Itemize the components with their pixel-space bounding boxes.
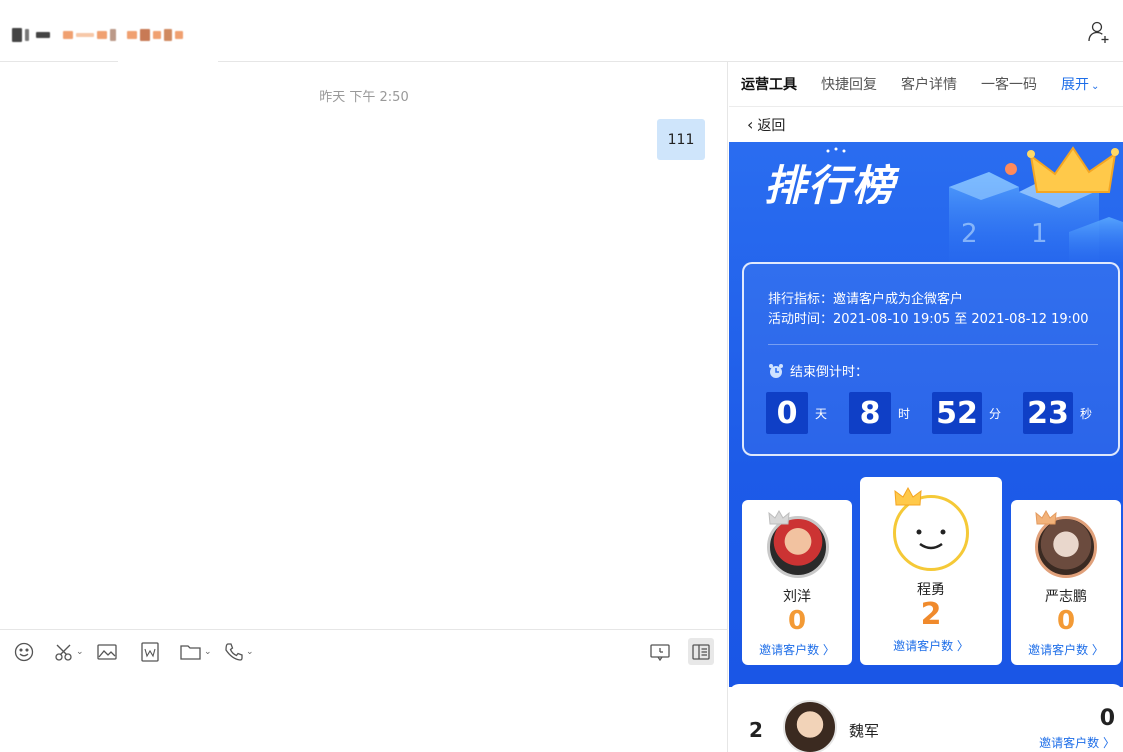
input-toolbar: ⌄ ⌄ ⌄: [0, 629, 728, 673]
countdown-hours: 8: [849, 392, 892, 434]
list-name: 魏军: [849, 722, 880, 740]
tab-customer-details[interactable]: 客户详情: [901, 74, 957, 94]
activity-info-card: 排行指标：邀请客户成为企微客户 活动时间：2021-08-10 19:05 至 …: [742, 262, 1120, 456]
message-bubble[interactable]: 111: [657, 119, 705, 160]
seconds-unit: 秒: [1080, 406, 1093, 421]
podium-count: 0: [1056, 606, 1076, 636]
countdown-seconds: 23: [1023, 392, 1074, 434]
chat-header: [0, 0, 1123, 66]
smiley-icon: [916, 529, 946, 550]
message-timestamp: 昨天 下午 2:50: [319, 90, 409, 105]
podium-third[interactable]: 严志鹏 0 邀请客户数 〉: [1011, 500, 1121, 665]
avatar: [783, 700, 837, 752]
crown-icon: [768, 510, 790, 525]
chevron-down-icon[interactable]: ⌄: [204, 647, 212, 657]
redacted-text: [97, 31, 107, 39]
back-button[interactable]: ‹ 返回: [729, 107, 1123, 142]
chevron-down-icon: ⌄: [1091, 81, 1100, 92]
podium-first[interactable]: 程勇 2 邀请客户数 〉: [860, 477, 1002, 665]
invite-count-link[interactable]: 邀请客户数 〉: [860, 637, 1002, 654]
panel-tabs: 运营工具 快捷回复 客户详情 一客一码 展开 ⌄: [729, 62, 1123, 107]
leaderboard-hero: 2 1 排行榜 排行指标：邀请客户成为企微客户 活动时间：2021-08-10 …: [729, 142, 1123, 687]
folder-icon[interactable]: ⌄: [180, 642, 212, 662]
image-icon[interactable]: [97, 642, 117, 662]
chevron-down-icon[interactable]: ⌄: [76, 647, 84, 657]
crown-icon: [894, 487, 922, 506]
invite-count-link[interactable]: 邀请客户数 〉: [742, 641, 852, 658]
podium-name: 严志鹏: [1045, 589, 1087, 605]
redacted-text: [175, 31, 183, 39]
invite-count-link[interactable]: 邀请客户数 〉: [1039, 734, 1115, 751]
expand-label: 展开: [1061, 77, 1089, 93]
redacted-text: [153, 31, 161, 39]
countdown-label-text: 结束倒计时：: [790, 365, 869, 380]
emoji-icon[interactable]: [14, 642, 34, 662]
rank-number: 2: [749, 718, 763, 742]
countdown-label: 结束倒计时：: [768, 361, 868, 380]
scissors-icon[interactable]: ⌄: [54, 642, 84, 662]
activity-time: 活动时间：2021-08-10 19:05 至 2021-08-12 19:00: [768, 312, 1089, 327]
tab-operations-tools[interactable]: 运营工具: [741, 74, 797, 94]
divider: [768, 344, 1098, 345]
redacted-text: [110, 29, 116, 41]
sparkle-decoration: [826, 147, 846, 153]
days-unit: 天: [815, 406, 828, 421]
podium-second[interactable]: 刘洋 0 邀请客户数 〉: [742, 500, 852, 665]
invite-count-link[interactable]: 邀请客户数 〉: [1011, 641, 1121, 658]
back-label: 返回: [757, 117, 786, 134]
podium-name: 刘洋: [783, 589, 811, 605]
redacted-text: [127, 31, 137, 39]
svg-text:1: 1: [1031, 219, 1048, 249]
leaderboard-title: 排行榜: [764, 161, 897, 210]
svg-text:2: 2: [961, 219, 978, 249]
chat-area: 昨天 下午 2:50 111 ⌄ ⌄ ⌄: [0, 62, 728, 752]
phone-icon[interactable]: ⌄: [224, 642, 254, 662]
app-window: 昨天 下午 2:50 111 ⌄ ⌄ ⌄ 运营工具 快捷回复 客户详情 一客一码…: [0, 0, 1123, 752]
redacted-text: [63, 31, 73, 39]
alarm-clock-icon: [769, 363, 783, 378]
ranking-metric: 排行指标：邀请客户成为企微客户: [768, 292, 964, 307]
crown-icon: [1035, 510, 1057, 525]
tab-one-customer-one-code[interactable]: 一客一码: [981, 74, 1037, 94]
operations-panel: 运营工具 快捷回复 客户详情 一客一码 展开 ⌄ ‹ 返回 2 1 排行榜 排行…: [729, 62, 1123, 752]
podium-name: 程勇: [917, 582, 945, 598]
add-contact-icon[interactable]: [1087, 20, 1111, 44]
tab-quick-reply[interactable]: 快捷回复: [821, 74, 877, 94]
redacted-text: [25, 29, 29, 41]
redacted-text: [12, 28, 22, 42]
countdown-timer: 0 天 8 时 52 分 23 秒: [766, 392, 1092, 434]
chat-record-icon[interactable]: [650, 642, 670, 662]
sidebar-panel-icon[interactable]: [688, 638, 714, 665]
countdown-days: 0: [766, 392, 808, 434]
redacted-text: [76, 33, 94, 37]
list-count: 0: [1099, 706, 1115, 731]
chat-title-redacted: [12, 24, 183, 46]
ranking-list-row[interactable]: 2 魏军 0 邀请客户数 〉: [729, 684, 1123, 752]
expand-button[interactable]: 展开 ⌄: [1061, 74, 1099, 94]
crown-icon: [1027, 146, 1119, 193]
minutes-unit: 分: [989, 406, 1002, 421]
podium-count: 2: [920, 597, 942, 632]
redacted-text: [140, 29, 150, 41]
podium-count: 0: [787, 606, 807, 636]
chevron-left-icon: ‹: [747, 115, 754, 134]
countdown-minutes: 52: [932, 392, 983, 434]
redacted-text: [164, 29, 172, 41]
hours-unit: 时: [898, 406, 911, 421]
word-doc-icon[interactable]: [141, 642, 159, 662]
redacted-text: [36, 32, 50, 38]
chevron-down-icon[interactable]: ⌄: [246, 647, 254, 657]
